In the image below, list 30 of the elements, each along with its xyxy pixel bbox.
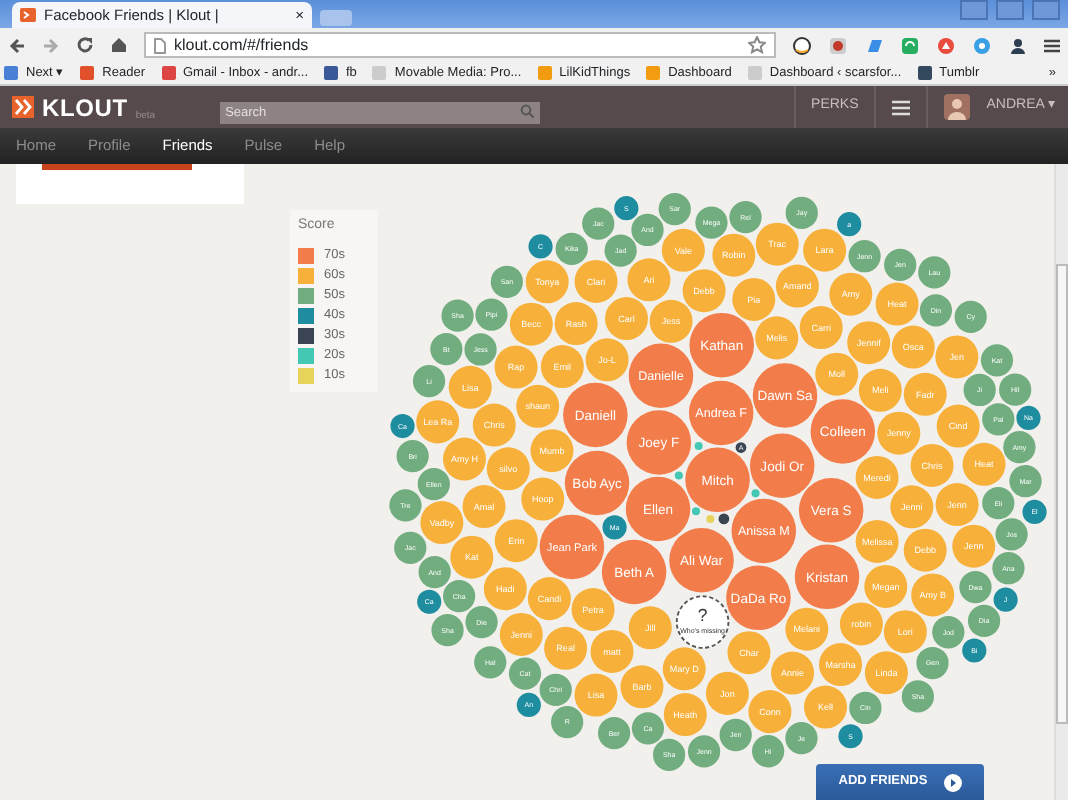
- favicon-icon: [324, 66, 338, 80]
- restore-button[interactable]: [996, 0, 1024, 20]
- avatar-icon[interactable]: [944, 94, 971, 120]
- minimize-button[interactable]: [960, 0, 988, 20]
- back-icon[interactable]: [8, 37, 26, 53]
- record-icon[interactable]: [828, 35, 848, 55]
- url-text: klout.com/#/friends: [174, 33, 309, 57]
- address-bar[interactable]: klout.com/#/friends: [144, 32, 776, 58]
- menu-icon[interactable]: [1044, 37, 1060, 53]
- favicon-icon: [161, 66, 175, 80]
- alert-icon[interactable]: [936, 35, 956, 55]
- favicon-icon: [917, 66, 932, 80]
- play-icon: [943, 773, 962, 791]
- close-button[interactable]: [1032, 0, 1060, 20]
- favicon-icon: [80, 66, 95, 80]
- reload-icon[interactable]: [76, 36, 94, 54]
- favicon-icon: [537, 66, 552, 80]
- klout-favicon: [20, 8, 36, 22]
- page-icon: [154, 37, 166, 53]
- forward-icon[interactable]: [42, 37, 60, 53]
- search-icon: [519, 103, 534, 118]
- friend-bubble[interactable]: [717, 513, 729, 525]
- favicon-icon: [4, 66, 18, 80]
- favicon-icon: [646, 66, 661, 80]
- klout-logo: KLOUT: [42, 91, 128, 125]
- person-icon[interactable]: [1008, 35, 1028, 55]
- klout-logo-icon: [12, 96, 34, 118]
- star-icon[interactable]: [748, 36, 766, 54]
- scrollbar-thumb[interactable]: [1056, 264, 1068, 724]
- home-icon[interactable]: [110, 36, 128, 54]
